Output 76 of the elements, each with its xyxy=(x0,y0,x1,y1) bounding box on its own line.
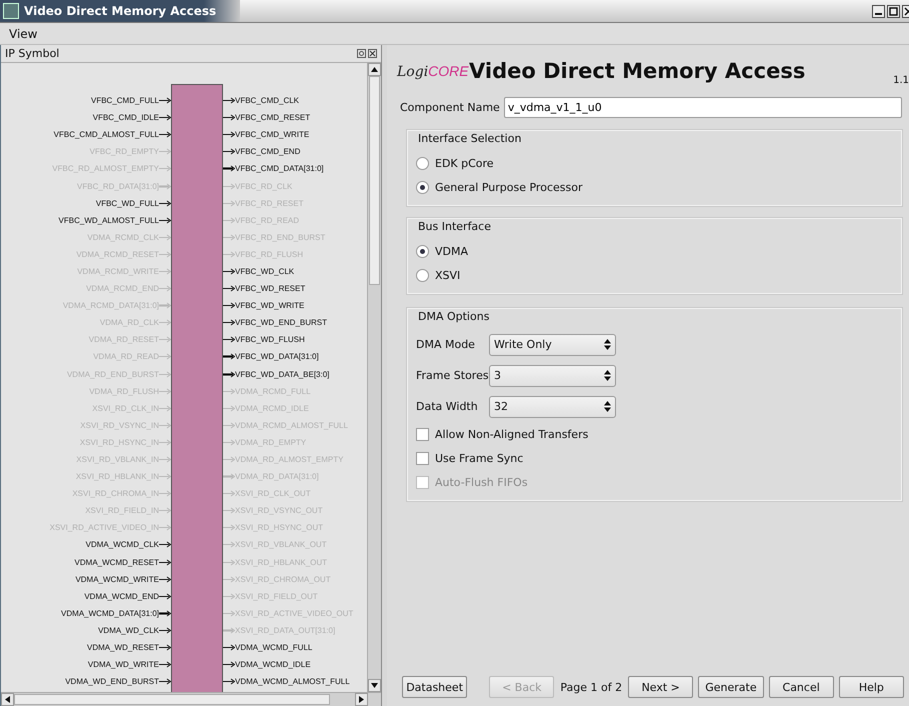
left-arrow-icon[interactable] xyxy=(5,696,10,703)
right-arrow-icon[interactable] xyxy=(359,696,364,703)
checkbox-label: Use Frame Sync xyxy=(435,452,524,464)
radio-label: General Purpose Processor xyxy=(435,180,582,194)
minimize-icon[interactable] xyxy=(872,4,885,18)
radio-label: EDK pCore xyxy=(435,156,494,170)
pin-label: VFBC_WD_ALMOST_FULL xyxy=(58,216,159,225)
dropdown[interactable]: 32 xyxy=(489,396,616,418)
logo: LogiCORE xyxy=(397,62,469,80)
wizard-button[interactable]: Generate xyxy=(698,676,764,698)
pin-label: VDMA_WCMD_IDLE xyxy=(235,660,311,670)
vertical-scrollbar[interactable] xyxy=(367,63,381,692)
spinner-icon xyxy=(604,370,611,381)
pin-label: VFBC_CMD_END xyxy=(235,147,300,156)
field-label: Component Name xyxy=(400,101,500,114)
pin-label: VDMA_WCMD_RESET xyxy=(74,558,159,567)
horizontal-scrollbar[interactable] xyxy=(1,692,381,706)
field-label: Data Width xyxy=(416,400,479,413)
checkbox[interactable] xyxy=(416,428,429,440)
pin-label: VFBC_WD_WRITE xyxy=(235,301,304,310)
input-field[interactable]: v_vdma_v1_1_u0 xyxy=(504,97,902,118)
window-icon xyxy=(3,3,19,19)
pin-label: VFBC_CMD_ALMOST_FULL xyxy=(54,130,159,140)
dropdown[interactable]: Write Only xyxy=(489,334,616,356)
wizard-button[interactable]: Help xyxy=(838,676,904,698)
spinner-icon xyxy=(604,339,611,350)
pin-label: VDMA_WCMD_CLK xyxy=(86,540,159,550)
pin-label: VFBC_WD_DATA[31:0] xyxy=(235,352,319,362)
window-title: Video Direct Memory Access xyxy=(24,4,216,18)
pin-label: VFBC_CMD_CLK xyxy=(235,96,300,106)
field-label: DMA Mode xyxy=(416,338,476,351)
radio-button[interactable] xyxy=(416,268,429,282)
pin-label: VFBC_WD_DATA_BE[3:0] xyxy=(235,370,330,379)
spinner-icon xyxy=(604,401,611,412)
datasheet-button[interactable]: Datasheet xyxy=(402,676,468,698)
checkbox-label: Auto-Flush FIFOs xyxy=(435,476,528,488)
checkbox[interactable] xyxy=(416,452,429,464)
pin-label: VDMA_WD_END_BURST xyxy=(65,677,159,686)
pin-label: VFBC_WD_FLUSH xyxy=(235,335,305,344)
pin-label: VDMA_WCMD_FULL xyxy=(235,643,312,652)
maximize-icon[interactable] xyxy=(887,4,900,18)
pin-label: VFBC_WD_CLK xyxy=(235,266,294,276)
dropdown[interactable]: 3 xyxy=(489,364,616,386)
version-label: 1.1 xyxy=(893,75,909,86)
pin-label: VFBC_CMD_RESET xyxy=(235,113,310,122)
pin-label: VDMA_WCMD_END xyxy=(84,592,159,601)
menu-item[interactable]: View xyxy=(5,26,42,40)
pin-label: VDMA_WCMD_WRITE xyxy=(75,574,159,584)
panel-title: IP Symbol xyxy=(5,47,60,60)
pin-label: VDMA_WCMD_DATA[31:0] xyxy=(61,608,159,618)
page-title: Video Direct Memory Access xyxy=(469,59,806,83)
checkbox-label: Allow Non-Aligned Transfers xyxy=(435,428,588,440)
pin-label: VFBC_WD_END_BURST xyxy=(235,318,328,328)
pin-label: VFBC_CMD_IDLE xyxy=(92,113,159,122)
pin-label: VFBC_WD_FULL xyxy=(96,198,159,208)
restore-icon[interactable] xyxy=(357,49,366,58)
radio-label: XSVI xyxy=(435,268,460,282)
pin-label: VDMA_WD_CLK xyxy=(98,626,159,635)
pin-label: VFBC_WD_RESET xyxy=(235,284,306,294)
radio-button[interactable] xyxy=(416,180,429,194)
down-arrow-icon[interactable] xyxy=(371,683,378,688)
pin-label: VDMA_WD_WRITE xyxy=(88,660,159,670)
wizard-button[interactable]: Next > xyxy=(628,676,694,698)
pin-label: VDMA_WCMD_ALMOST_FULL xyxy=(235,677,350,686)
close-icon[interactable] xyxy=(368,49,377,58)
radio-button[interactable] xyxy=(416,244,429,258)
radio-label: VDMA xyxy=(435,244,468,258)
pin-label: VFBC_CMD_FULL xyxy=(90,96,159,106)
field-label: Frame Stores xyxy=(416,369,489,382)
up-arrow-icon[interactable] xyxy=(371,67,378,72)
pin-label: VFBC_CMD_DATA[31:0] xyxy=(235,164,324,174)
radio-button[interactable] xyxy=(416,156,429,170)
wizard-button[interactable]: Cancel xyxy=(768,676,834,698)
pin-label: VDMA_WD_RESET xyxy=(86,643,159,652)
pin-label: VFBC_CMD_WRITE xyxy=(235,130,310,140)
page-indicator: Page 1 of 2 xyxy=(560,680,622,694)
